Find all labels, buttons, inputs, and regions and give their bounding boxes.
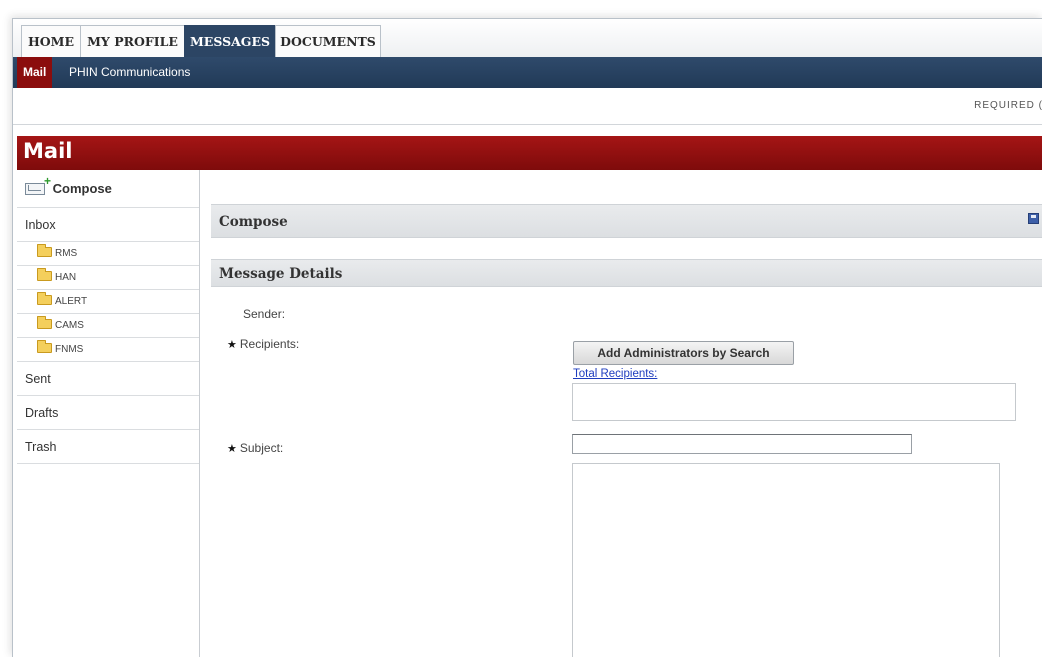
sub-navigation: Mail PHIN Communications (13, 57, 1042, 88)
required-star-icon: ★ (227, 339, 237, 351)
sidebar-item-label: Compose (52, 181, 112, 196)
tab-my-profile[interactable]: MY PROFILE (80, 25, 185, 57)
folder-label: CAMS (55, 320, 84, 331)
sidebar-item-trash[interactable]: Trash (17, 430, 199, 464)
sidebar-folder-alert[interactable]: ALERT (17, 290, 199, 314)
subject-label: ★ Subject: (227, 441, 283, 455)
subject-input[interactable] (572, 434, 912, 454)
add-administrators-button[interactable]: Add Administrators by Search (573, 341, 794, 365)
section-title: Message Details (219, 266, 343, 282)
folder-icon (37, 268, 52, 281)
required-star-icon: ★ (227, 443, 237, 455)
compose-icon (25, 162, 51, 200)
recipients-list-box[interactable] (572, 383, 1016, 421)
sender-label: Sender: (243, 307, 286, 321)
folder-icon (37, 292, 52, 305)
sidebar-item-sent[interactable]: Sent (17, 362, 199, 396)
folder-label: FNMS (55, 344, 84, 355)
sidebar-item-compose[interactable]: Compose (17, 162, 199, 208)
top-tab-bar: HOME MY PROFILE MESSAGES DOCUMENTS (13, 19, 1042, 58)
required-bar: REQUIRED ( (13, 88, 1042, 125)
sidebar-folder-fnms[interactable]: FNMS (17, 338, 199, 362)
sidebar-folder-han[interactable]: HAN (17, 266, 199, 290)
folder-label: HAN (55, 272, 77, 283)
tab-documents[interactable]: DOCUMENTS (275, 25, 381, 57)
subject-label-text: Subject: (239, 441, 284, 455)
mail-header: Mail (17, 136, 1042, 170)
total-recipients-link[interactable]: Total Recipients: (573, 368, 657, 380)
tab-messages[interactable]: MESSAGES (184, 25, 276, 57)
sidebar-item-drafts[interactable]: Drafts (17, 396, 199, 430)
sidebar-item-inbox[interactable]: Inbox (17, 208, 199, 242)
recipients-label-text: Recipients: (239, 337, 300, 351)
folder-icon (37, 340, 52, 353)
mail-sidebar: Compose Inbox RMS HAN ALERT CAMS FNMS Se… (17, 162, 200, 657)
subnav-phin-communications[interactable]: PHIN Communications (63, 57, 196, 88)
required-note: REQUIRED ( (974, 100, 1042, 111)
folder-label: RMS (55, 248, 78, 259)
subnav-mail[interactable]: Mail (17, 57, 53, 88)
message-body-textarea[interactable] (572, 463, 1000, 657)
folder-icon (37, 244, 52, 257)
page-title: Mail (23, 139, 73, 163)
save-icon[interactable] (1028, 213, 1039, 224)
sidebar-folder-cams[interactable]: CAMS (17, 314, 199, 338)
section-title: Compose (219, 214, 288, 230)
recipients-label: ★ Recipients: (227, 337, 299, 351)
folder-label: ALERT (55, 296, 88, 307)
app-window: HOME MY PROFILE MESSAGES DOCUMENTS Mail … (12, 18, 1042, 657)
folder-icon (37, 316, 52, 329)
tab-home[interactable]: HOME (21, 25, 81, 57)
compose-section-header: Compose (211, 204, 1042, 238)
message-details-header: Message Details (211, 259, 1042, 287)
sidebar-folder-rms[interactable]: RMS (17, 242, 199, 266)
